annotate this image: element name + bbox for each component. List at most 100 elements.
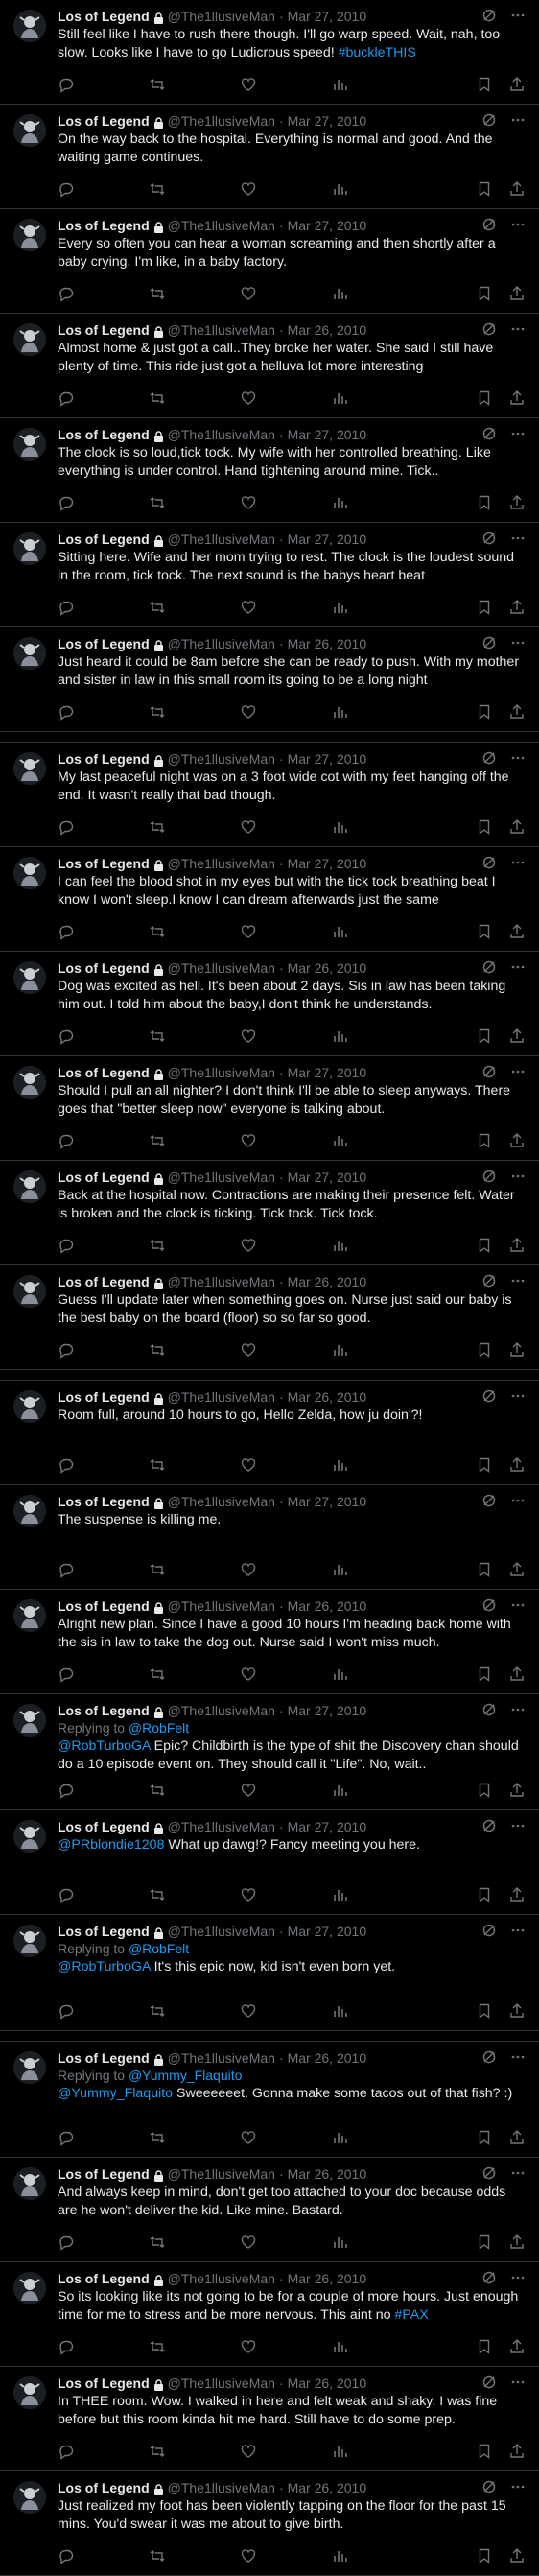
views-icon[interactable] xyxy=(331,1886,348,1903)
avatar[interactable] xyxy=(13,114,46,147)
tweet-item[interactable]: Los of Legend @The1llusiveMan · Mar 27, 201… xyxy=(0,105,539,209)
bookmark-icon[interactable] xyxy=(476,1561,493,1578)
author-name[interactable]: Los of Legend xyxy=(58,1493,150,1510)
grok-icon[interactable] xyxy=(481,1388,497,1404)
retweet-icon[interactable] xyxy=(149,1132,166,1149)
tweet-item[interactable]: Los of Legend @The1llusiveMan · Mar 26, 201… xyxy=(0,2367,539,2471)
views-icon[interactable] xyxy=(331,1782,348,1799)
views-icon[interactable] xyxy=(331,1132,348,1149)
more-icon[interactable] xyxy=(510,2375,526,2390)
retweet-icon[interactable] xyxy=(149,1341,166,1359)
more-icon[interactable] xyxy=(510,321,526,337)
more-icon[interactable] xyxy=(510,750,526,766)
share-icon[interactable] xyxy=(508,2233,526,2251)
avatar[interactable] xyxy=(13,10,46,42)
bookmark-icon[interactable] xyxy=(476,285,493,302)
share-icon[interactable] xyxy=(508,1456,526,1474)
author-handle[interactable]: @The1llusiveMan xyxy=(168,1388,275,1406)
reply-icon[interactable] xyxy=(58,2002,75,2020)
retweet-icon[interactable] xyxy=(149,599,166,616)
tweet-item[interactable]: Los of Legend @The1llusiveMan · Mar 27, 201… xyxy=(0,1056,539,1161)
tweet-item[interactable]: Los of Legend @The1llusiveMan · Mar 27, 201… xyxy=(0,1485,539,1590)
tweet-item[interactable]: Los of Legend @The1llusiveMan · Mar 27, 201… xyxy=(0,418,539,523)
grok-icon[interactable] xyxy=(481,2049,497,2065)
views-icon[interactable] xyxy=(331,2129,348,2146)
views-icon[interactable] xyxy=(331,599,348,616)
bookmark-icon[interactable] xyxy=(476,703,493,721)
bookmark-icon[interactable] xyxy=(476,2129,493,2146)
tweet-item[interactable]: Los of Legend @The1llusiveMan · Mar 26, 201… xyxy=(0,2262,539,2367)
more-icon[interactable] xyxy=(510,8,526,23)
author-name[interactable]: Los of Legend xyxy=(58,217,150,234)
reply-icon[interactable] xyxy=(58,1341,75,1359)
share-icon[interactable] xyxy=(508,76,526,93)
views-icon[interactable] xyxy=(331,2338,348,2355)
tweet-date[interactable]: Mar 27, 2010 xyxy=(288,1493,367,1510)
views-icon[interactable] xyxy=(331,2547,348,2564)
avatar[interactable] xyxy=(13,1599,46,1632)
author-handle[interactable]: @The1llusiveMan xyxy=(168,959,275,977)
author-name[interactable]: Los of Legend xyxy=(58,1702,150,1719)
avatar[interactable] xyxy=(13,1820,46,1853)
tweet-date[interactable]: Mar 26, 2010 xyxy=(288,2479,367,2496)
bookmark-icon[interactable] xyxy=(476,2233,493,2251)
more-icon[interactable] xyxy=(510,1597,526,1613)
tweet-item[interactable]: Los of Legend @The1llusiveMan · Mar 26, 201… xyxy=(0,952,539,1056)
tweet-item[interactable]: Los of Legend @The1llusiveMan · Mar 26, 201… xyxy=(0,627,539,732)
author-name[interactable]: Los of Legend xyxy=(58,1169,150,1186)
tweet-item[interactable]: Los of Legend @The1llusiveMan · Mar 27, 201… xyxy=(0,209,539,314)
replying-to-mention[interactable]: @RobFelt xyxy=(129,1720,189,1736)
bookmark-icon[interactable] xyxy=(476,923,493,940)
tweet-date[interactable]: Mar 26, 2010 xyxy=(288,2270,367,2287)
author-name[interactable]: Los of Legend xyxy=(58,750,150,768)
views-icon[interactable] xyxy=(331,494,348,511)
like-icon[interactable] xyxy=(240,2002,257,2020)
retweet-icon[interactable] xyxy=(149,180,166,198)
like-icon[interactable] xyxy=(240,1237,257,1254)
bookmark-icon[interactable] xyxy=(476,390,493,407)
tweet-date[interactable]: Mar 27, 2010 xyxy=(288,217,367,234)
avatar[interactable] xyxy=(13,1925,46,1957)
tweet-item[interactable]: Los of Legend @The1llusiveMan · Mar 26, 201… xyxy=(0,1590,539,1694)
reply-icon[interactable] xyxy=(58,599,75,616)
retweet-icon[interactable] xyxy=(149,1456,166,1474)
views-icon[interactable] xyxy=(331,703,348,721)
share-icon[interactable] xyxy=(508,494,526,511)
author-name[interactable]: Los of Legend xyxy=(58,112,150,130)
reply-icon[interactable] xyxy=(58,703,75,721)
mention-link[interactable]: @Yummy_Flaquito xyxy=(58,2086,173,2101)
retweet-icon[interactable] xyxy=(149,1666,166,1683)
reply-icon[interactable] xyxy=(58,1237,75,1254)
reply-icon[interactable] xyxy=(58,923,75,940)
views-icon[interactable] xyxy=(331,1341,348,1359)
tweet-date[interactable]: Mar 27, 2010 xyxy=(288,855,367,872)
like-icon[interactable] xyxy=(240,2443,257,2460)
avatar[interactable] xyxy=(13,2167,46,2200)
hashtag-link[interactable]: #buckleTHIS xyxy=(339,45,416,60)
author-name[interactable]: Los of Legend xyxy=(58,2375,150,2392)
tweet-date[interactable]: Mar 27, 2010 xyxy=(288,1702,367,1719)
share-icon[interactable] xyxy=(508,1237,526,1254)
share-icon[interactable] xyxy=(508,2547,526,2564)
bookmark-icon[interactable] xyxy=(476,76,493,93)
bookmark-icon[interactable] xyxy=(476,1666,493,1683)
author-name[interactable]: Los of Legend xyxy=(58,8,150,25)
like-icon[interactable] xyxy=(240,1782,257,1799)
retweet-icon[interactable] xyxy=(149,390,166,407)
like-icon[interactable] xyxy=(240,1561,257,1578)
like-icon[interactable] xyxy=(240,1456,257,1474)
grok-icon[interactable] xyxy=(481,750,497,766)
share-icon[interactable] xyxy=(508,2129,526,2146)
share-icon[interactable] xyxy=(508,390,526,407)
author-handle[interactable]: @The1llusiveMan xyxy=(168,1923,275,1940)
avatar[interactable] xyxy=(13,857,46,889)
bookmark-icon[interactable] xyxy=(476,2338,493,2355)
avatar[interactable] xyxy=(13,2272,46,2304)
reply-icon[interactable] xyxy=(58,2129,75,2146)
more-icon[interactable] xyxy=(510,855,526,870)
author-name[interactable]: Los of Legend xyxy=(58,1597,150,1615)
retweet-icon[interactable] xyxy=(149,818,166,836)
bookmark-icon[interactable] xyxy=(476,1237,493,1254)
share-icon[interactable] xyxy=(508,1132,526,1149)
author-name[interactable]: Los of Legend xyxy=(58,2479,150,2496)
